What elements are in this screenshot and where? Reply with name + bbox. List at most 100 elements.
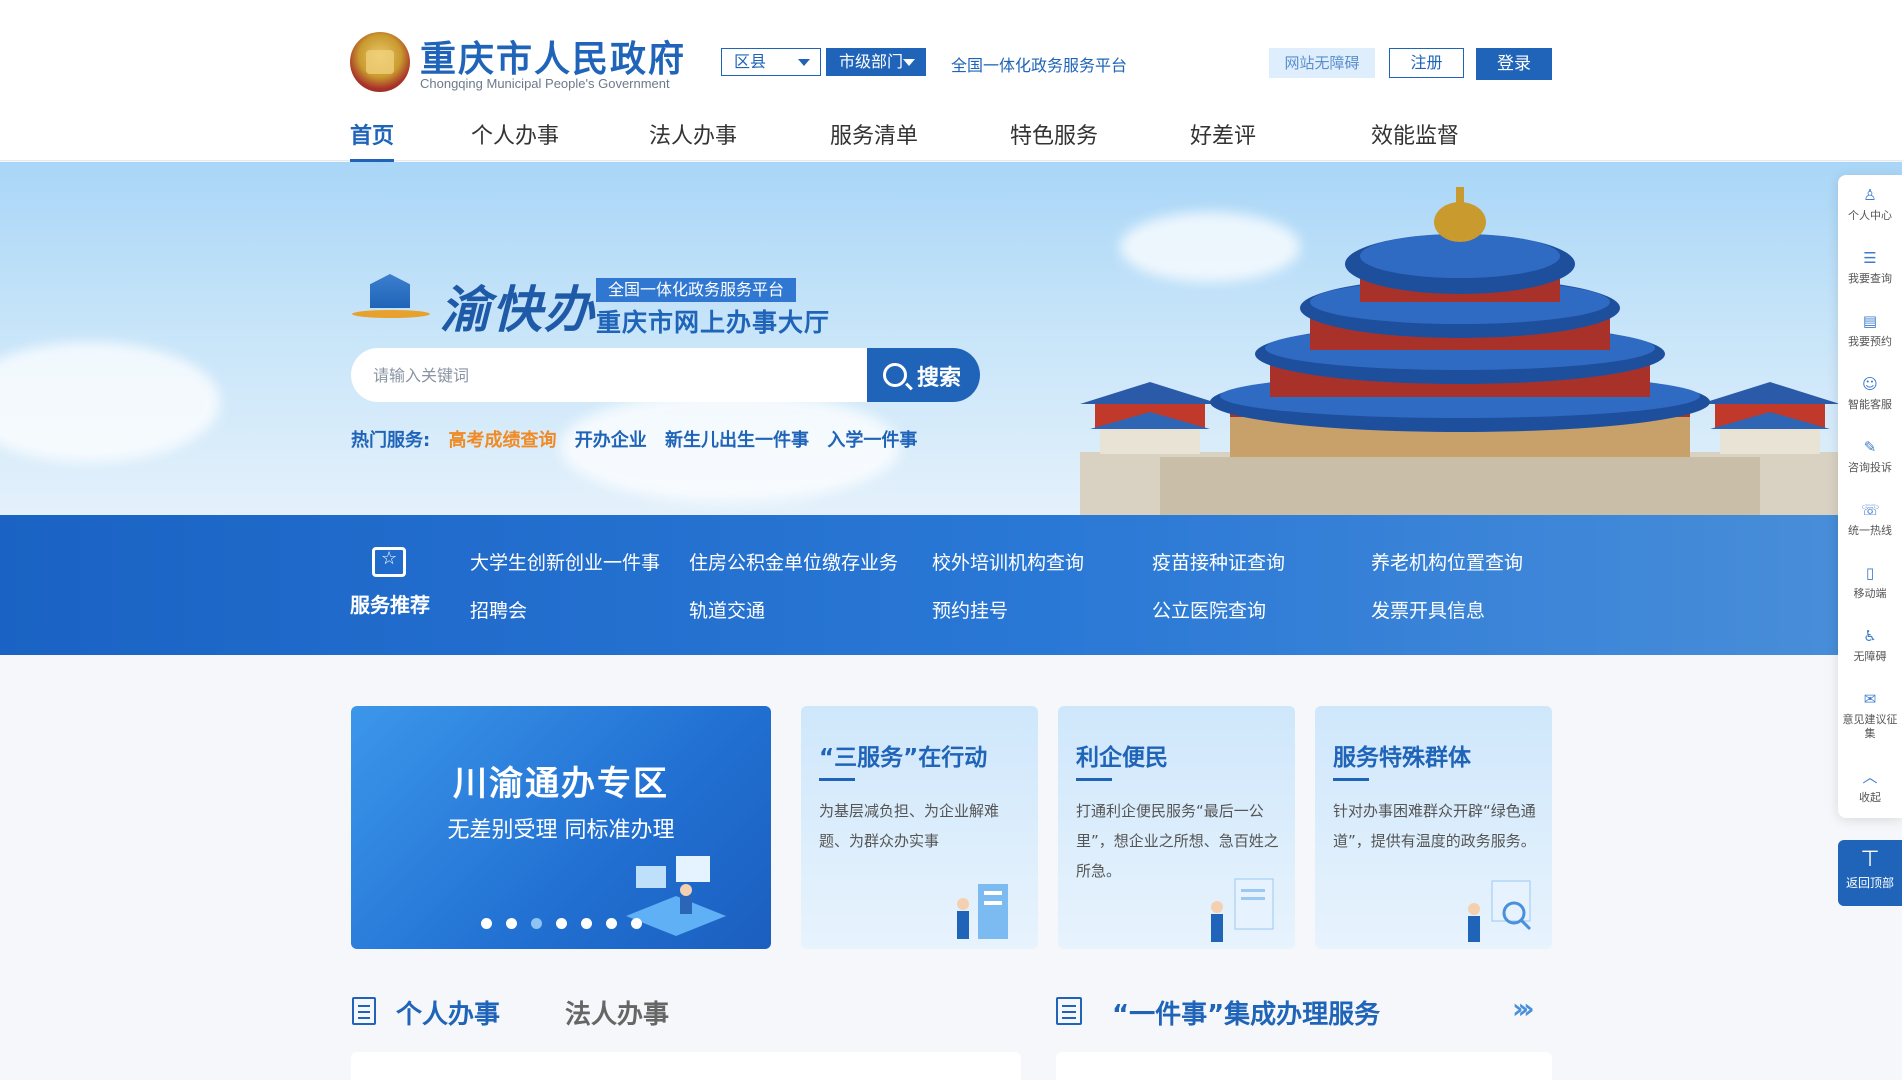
hot-service-link[interactable]: 高考成绩查询 bbox=[448, 430, 556, 451]
feedback-icon: ✉ bbox=[1863, 690, 1877, 708]
recommend-link[interactable]: 大学生创新创业一件事 bbox=[470, 548, 660, 575]
search-input[interactable] bbox=[351, 348, 867, 402]
accessibility-button[interactable]: 网站无障碍 bbox=[1269, 48, 1375, 78]
search-button-label: 搜索 bbox=[917, 366, 962, 391]
list-icon bbox=[1056, 997, 1082, 1025]
sidebar-item-personal-center[interactable]: ♙ 个人中心 bbox=[1838, 187, 1902, 223]
register-button[interactable]: 注册 bbox=[1389, 48, 1464, 78]
sidebar-label: 移动端 bbox=[1853, 587, 1887, 600]
region-select[interactable]: 区县 bbox=[721, 48, 821, 76]
search-box: 搜索 bbox=[351, 348, 980, 402]
platform-link[interactable]: 全国一体化政务服务平台 bbox=[951, 52, 1127, 76]
hot-services-label: 热门服务: bbox=[351, 430, 431, 451]
integrated-service-panel bbox=[1056, 1052, 1552, 1080]
document-edit-icon bbox=[352, 997, 376, 1025]
nav-home[interactable]: 首页 bbox=[350, 118, 395, 162]
sidebar-label: 无障碍 bbox=[1853, 650, 1887, 663]
sidebar-label: 意见建议征集 bbox=[1842, 713, 1898, 740]
sidebar-item-customer-service[interactable]: ☺ 智能客服 bbox=[1838, 376, 1902, 412]
enterprise-convenience-card[interactable]: 利企便民 打通利企便民服务“最后一公里”，想企业之所想、急百姓之所急。 bbox=[1058, 706, 1295, 949]
integrated-service-title[interactable]: “一件事”集成办理服务 bbox=[1112, 994, 1380, 1031]
special-groups-card[interactable]: 服务特殊群体 针对办事困难群众开辟“绿色通道”，提供有温度的政务服务。 bbox=[1315, 706, 1552, 949]
sidebar-label: 个人中心 bbox=[1848, 209, 1892, 222]
nav-service-list[interactable]: 服务清单 bbox=[830, 118, 918, 150]
recommend-link[interactable]: 养老机构位置查询 bbox=[1371, 548, 1523, 575]
card-desc: 为基层减负担、为企业解难题、为群众办实事 bbox=[819, 802, 1000, 850]
nav-supervision[interactable]: 效能监督 bbox=[1371, 118, 1459, 150]
recommend-link[interactable]: 预约挂号 bbox=[932, 596, 1008, 623]
site-title[interactable]: 重庆市人民政府 bbox=[420, 30, 686, 82]
region-select-value: 区县 bbox=[734, 52, 767, 71]
personal-affairs-panel bbox=[351, 1052, 1021, 1080]
banner-hall-title: 重庆市网上办事大厅 bbox=[596, 308, 831, 337]
carousel-dot[interactable] bbox=[580, 918, 592, 929]
carousel-dot[interactable] bbox=[555, 918, 567, 929]
sidebar-item-complaint[interactable]: ✎ 咨询投诉 bbox=[1838, 439, 1902, 475]
title-underline bbox=[1076, 778, 1112, 781]
nav-personal[interactable]: 个人办事 bbox=[471, 118, 559, 150]
sidebar-item-appointment[interactable]: ▤ 我要预约 bbox=[1838, 313, 1902, 349]
sidebar-label: 收起 bbox=[1859, 791, 1881, 804]
service-recommend-bar: 服务推荐 大学生创新创业一件事 住房公积金单位缴存业务 校外培训机构查询 疫苗接… bbox=[0, 515, 1902, 655]
carousel-dot[interactable] bbox=[605, 918, 617, 929]
wheelchair-icon: ♿ bbox=[1863, 627, 1877, 645]
title-underline bbox=[819, 778, 855, 781]
recommend-link[interactable]: 公立医院查询 bbox=[1152, 596, 1266, 623]
hot-service-link[interactable]: 开办企业 bbox=[575, 430, 647, 451]
tab-legal-affairs[interactable]: 法人办事 bbox=[565, 994, 669, 1031]
building-icon bbox=[370, 274, 410, 308]
recommend-link[interactable]: 疫苗接种证查询 bbox=[1152, 548, 1285, 575]
recommend-link[interactable]: 招聘会 bbox=[470, 596, 527, 623]
sidebar-item-query[interactable]: ☰ 我要查询 bbox=[1838, 250, 1902, 286]
carousel-dot[interactable] bbox=[530, 918, 542, 929]
calendar-icon: ▤ bbox=[1862, 312, 1878, 330]
feature-main-title: 川渝通办专区 bbox=[453, 764, 669, 804]
card-title: “三服务”在行动 bbox=[819, 745, 988, 771]
person-document-illustration bbox=[1211, 878, 1274, 942]
search-icon bbox=[883, 363, 907, 387]
chevron-down-icon bbox=[798, 59, 810, 66]
sidebar-item-hotline[interactable]: ☏ 统一热线 bbox=[1838, 502, 1902, 538]
temple-illustration bbox=[1080, 187, 1840, 515]
dept-select[interactable]: 市级部门 bbox=[826, 48, 926, 76]
national-emblem-logo[interactable] bbox=[350, 32, 410, 92]
person-illustration bbox=[957, 884, 1008, 939]
sidebar-label: 咨询投诉 bbox=[1848, 461, 1892, 474]
monitor-star-icon bbox=[372, 547, 406, 577]
recommend-link[interactable]: 轨道交通 bbox=[689, 596, 765, 623]
hot-service-link[interactable]: 新生儿出生一件事 bbox=[665, 430, 809, 451]
carousel-dot[interactable] bbox=[505, 918, 517, 929]
carousel-dot[interactable] bbox=[630, 918, 642, 929]
nav-legal[interactable]: 法人办事 bbox=[649, 118, 737, 150]
sidebar-label: 智能客服 bbox=[1848, 398, 1892, 411]
swoosh-decoration bbox=[352, 310, 430, 318]
sidebar-item-accessibility[interactable]: ♿ 无障碍 bbox=[1838, 628, 1902, 664]
recommend-link[interactable]: 校外培训机构查询 bbox=[932, 548, 1084, 575]
hot-service-link[interactable]: 入学一件事 bbox=[827, 430, 917, 451]
search-button[interactable]: 搜索 bbox=[867, 348, 980, 402]
sidebar-item-feedback[interactable]: ✉ 意见建议征集 bbox=[1838, 691, 1902, 741]
sidebar-label: 我要查询 bbox=[1848, 272, 1892, 285]
carousel-dots bbox=[351, 918, 771, 929]
dept-select-value: 市级部门 bbox=[839, 52, 904, 71]
mobile-icon: ▯ bbox=[1865, 564, 1875, 582]
sidebar-item-mobile[interactable]: ▯ 移动端 bbox=[1838, 565, 1902, 601]
back-to-top-button[interactable]: ⊤ 返回顶部 bbox=[1838, 840, 1902, 906]
hot-services: 热门服务: 高考成绩查询 开办企业 新生儿出生一件事 入学一件事 bbox=[351, 426, 917, 452]
carousel-dot[interactable] bbox=[480, 918, 492, 929]
nav-special-service[interactable]: 特色服务 bbox=[1010, 118, 1098, 150]
chuanyu-feature-card[interactable]: 川渝通办专区 无差别受理 同标准办理 bbox=[351, 706, 771, 949]
tab-personal-affairs[interactable]: 个人办事 bbox=[396, 994, 500, 1031]
cloud-decoration bbox=[0, 342, 220, 462]
nav-rating[interactable]: 好差评 bbox=[1190, 118, 1256, 150]
recommend-link[interactable]: 住房公积金单位缴存业务 bbox=[689, 548, 898, 575]
card-title: 服务特殊群体 bbox=[1333, 745, 1471, 771]
site-subtitle: Chongqing Municipal People's Government bbox=[420, 76, 670, 91]
recommend-link[interactable]: 发票开具信息 bbox=[1371, 596, 1485, 623]
three-services-card[interactable]: “三服务”在行动 为基层减负担、为企业解难题、为群众办实事 bbox=[801, 706, 1038, 949]
arrow-up-icon: ⊤ bbox=[1860, 847, 1880, 872]
login-button[interactable]: 登录 bbox=[1476, 48, 1552, 80]
sidebar-item-collapse[interactable]: ︿ 收起 bbox=[1838, 769, 1902, 805]
more-arrows-icon[interactable]: ››› bbox=[1512, 992, 1534, 1025]
site-header: 重庆市人民政府 Chongqing Municipal People's Gov… bbox=[0, 0, 1902, 162]
